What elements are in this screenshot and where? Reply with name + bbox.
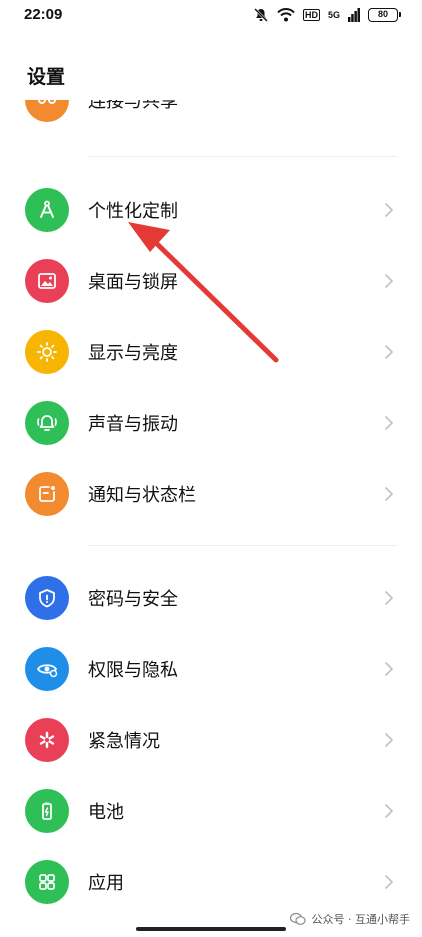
settings-item-label: 通知与状态栏 (88, 485, 196, 506)
settings-item-label: 应用 (88, 873, 124, 894)
settings-item-label: 密码与安全 (88, 589, 178, 610)
settings-item-display-brightness[interactable]: 显示与亮度 (0, 317, 422, 387)
chevron-right-icon (385, 487, 393, 501)
image-icon (25, 259, 69, 303)
wechat-icon (289, 912, 306, 925)
settings-item-label: 权限与隐私 (88, 660, 178, 681)
watermark: 公众号 · 互通小帮手 (289, 911, 411, 927)
signal-5g-label: 5G (327, 10, 340, 20)
eye-icon (25, 647, 69, 691)
mute-icon (253, 7, 269, 23)
status-bar: 22:09 HD 5G 80 (0, 0, 422, 32)
settings-item-notifications-statusbar[interactable]: 通知与状态栏 (0, 459, 422, 529)
asterisk-icon (25, 718, 69, 762)
chevron-right-icon (385, 662, 393, 676)
home-indicator[interactable] (136, 927, 286, 931)
chevron-right-icon (385, 274, 393, 288)
shield-icon (25, 576, 69, 620)
section-divider (88, 156, 397, 157)
compass-icon (25, 188, 69, 232)
settings-item-apps[interactable]: 应用 (0, 847, 422, 917)
signal-icon (348, 8, 360, 22)
settings-item-label: 显示与亮度 (88, 343, 178, 364)
settings-item-emergency[interactable]: 紧急情况 (0, 705, 422, 775)
settings-item-permissions-privacy[interactable]: 权限与隐私 (0, 634, 422, 704)
chevron-right-icon (385, 875, 393, 889)
settings-item-label: 声音与振动 (88, 414, 178, 435)
settings-list-clipped: 连接与共享 (0, 100, 422, 130)
share-icon (25, 100, 69, 122)
settings-item-label: 个性化定制 (88, 201, 178, 222)
watermark-text: 公众号 · 互通小帮手 (311, 913, 411, 926)
settings-item-label: 连接与共享 (88, 100, 178, 112)
settings-item-battery[interactable]: 电池 (0, 776, 422, 846)
settings-item-connect-share[interactable]: 连接与共享 (0, 100, 422, 130)
page-title: 设置 (27, 66, 66, 88)
hd-badge: HD (302, 9, 320, 21)
status-time: 22:09 (24, 6, 63, 23)
settings-item-desktop-lockscreen[interactable]: 桌面与锁屏 (0, 246, 422, 316)
settings-item-label: 电池 (88, 802, 124, 823)
notification-icon (25, 472, 69, 516)
settings-item-personalize[interactable]: 个性化定制 (0, 175, 422, 245)
sun-icon (25, 330, 69, 374)
chevron-right-icon (385, 804, 393, 818)
chevron-right-icon (385, 733, 393, 747)
settings-item-sound-vibration[interactable]: 声音与振动 (0, 388, 422, 458)
chevron-right-icon (385, 203, 393, 217)
bell-icon (25, 401, 69, 445)
settings-item-label: 桌面与锁屏 (88, 272, 178, 293)
chevron-right-icon (385, 591, 393, 605)
status-icons: HD 5G 80 (253, 6, 401, 24)
battery-indicator: 80 (368, 8, 401, 22)
section-divider (88, 545, 397, 546)
settings-item-password-security[interactable]: 密码与安全 (0, 563, 422, 633)
chevron-right-icon (385, 345, 393, 359)
settings-item-label: 紧急情况 (88, 731, 160, 752)
battery-icon (25, 789, 69, 833)
apps-icon (25, 860, 69, 904)
wifi-icon (277, 8, 295, 22)
chevron-right-icon (385, 416, 393, 430)
